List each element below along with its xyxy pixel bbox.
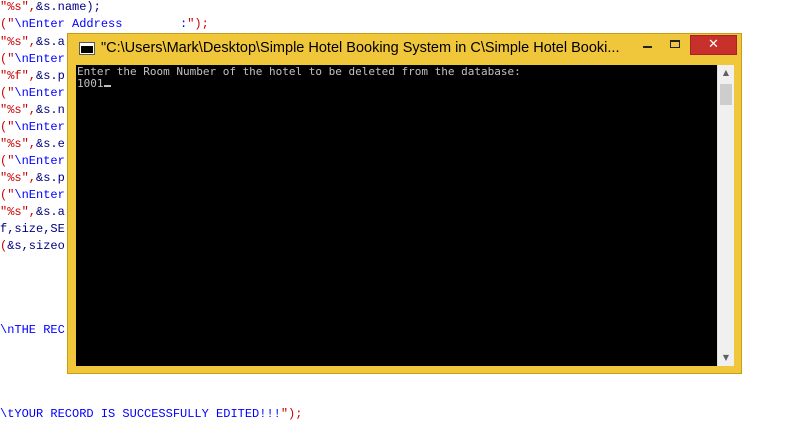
- code-token: "%s",: [0, 205, 37, 219]
- scroll-down-arrow-icon[interactable]: ▼: [718, 350, 734, 366]
- code-token: \nEnter: [14, 154, 65, 168]
- code-line: "%s",&s.p: [0, 170, 65, 187]
- code-line: ("\nEnter: [0, 187, 65, 204]
- code-line: "%s",&s.a: [0, 204, 65, 221]
- console-window-icon[interactable]: [79, 42, 95, 55]
- scroll-up-arrow-icon[interactable]: ▲: [718, 65, 734, 81]
- code-token: \nEnter: [14, 120, 65, 134]
- code-token: (": [0, 86, 15, 100]
- code-token: \nEnter Address :: [14, 17, 188, 31]
- code-token: \nEnter: [14, 86, 65, 100]
- close-button[interactable]: ✕: [690, 35, 737, 55]
- code-token: "%s",: [0, 0, 37, 14]
- text-cursor: [103, 85, 111, 87]
- code-token: &s.n: [36, 103, 65, 117]
- title-bar[interactable]: "C:\Users\Mark\Desktop\Simple Hotel Book…: [68, 34, 741, 64]
- code-token: (": [0, 52, 15, 66]
- code-token: ");: [280, 407, 303, 421]
- code-token: (": [0, 188, 15, 202]
- window-title: "C:\Users\Mark\Desktop\Simple Hotel Book…: [101, 40, 620, 56]
- code-token: \nEnter: [14, 188, 65, 202]
- code-token: "%f",: [0, 69, 37, 83]
- maximize-button[interactable]: [662, 35, 689, 55]
- console-output[interactable]: Enter the Room Number of the hotel to be…: [76, 65, 734, 366]
- code-token: &s.e: [36, 137, 65, 151]
- code-token: f,size,SE: [0, 222, 65, 236]
- code-token: \nEnter: [14, 52, 65, 66]
- code-line: \tYOUR RECORD IS SUCCESSFULLY EDITED!!!"…: [0, 406, 302, 423]
- code-line: ("\nEnter Address :");: [0, 16, 209, 33]
- scroll-thumb[interactable]: [720, 84, 732, 105]
- code-token: "%s",: [0, 103, 37, 117]
- code-token: "%s",: [0, 35, 37, 49]
- code-token: (": [0, 154, 15, 168]
- console-text: Enter the Room Number of the hotel to be…: [77, 66, 717, 90]
- console-prompt: Enter the Room Number of the hotel to be…: [77, 65, 521, 78]
- minimize-button[interactable]: [634, 35, 661, 55]
- vertical-scrollbar[interactable]: ▲ ▼: [717, 65, 734, 366]
- code-token: \tYOUR RECORD IS SUCCESSFULLY EDITED!!!: [0, 407, 281, 421]
- close-icon: ✕: [708, 37, 719, 52]
- code-line: (&s,sizeo: [0, 238, 65, 255]
- code-line: ("\nEnter: [0, 85, 65, 102]
- minimize-icon: [643, 46, 652, 48]
- code-token: (": [0, 120, 15, 134]
- code-line: "%s",&s.e: [0, 136, 65, 153]
- code-token: ");: [187, 17, 209, 31]
- code-line: "%s",&s.n: [0, 102, 65, 119]
- code-token: &s.p: [36, 171, 65, 185]
- code-token: "%s",: [0, 171, 37, 185]
- code-line: \nTHE REC: [0, 322, 65, 339]
- console-window[interactable]: "C:\Users\Mark\Desktop\Simple Hotel Book…: [67, 33, 742, 374]
- code-line: ("\nEnter: [0, 51, 65, 68]
- code-token: &s,sizeo: [7, 239, 65, 253]
- code-token: "%s",: [0, 137, 37, 151]
- code-token: &s.name);: [36, 0, 101, 14]
- code-line: "%s",&s.a: [0, 34, 65, 51]
- maximize-icon: [670, 40, 680, 48]
- code-token: \nTHE REC: [0, 323, 65, 337]
- code-line: "%s",&s.name);: [0, 0, 101, 16]
- console-input-value[interactable]: 1001: [77, 77, 104, 90]
- code-line: f,size,SE: [0, 221, 65, 238]
- code-line: ("\nEnter: [0, 119, 65, 136]
- code-token: &s.a: [36, 35, 65, 49]
- code-token: &s.a: [36, 205, 65, 219]
- code-token: (": [0, 17, 15, 31]
- code-line: ("\nEnter: [0, 153, 65, 170]
- code-line: "%f",&s.p: [0, 68, 65, 85]
- code-token: &s.p: [36, 69, 65, 83]
